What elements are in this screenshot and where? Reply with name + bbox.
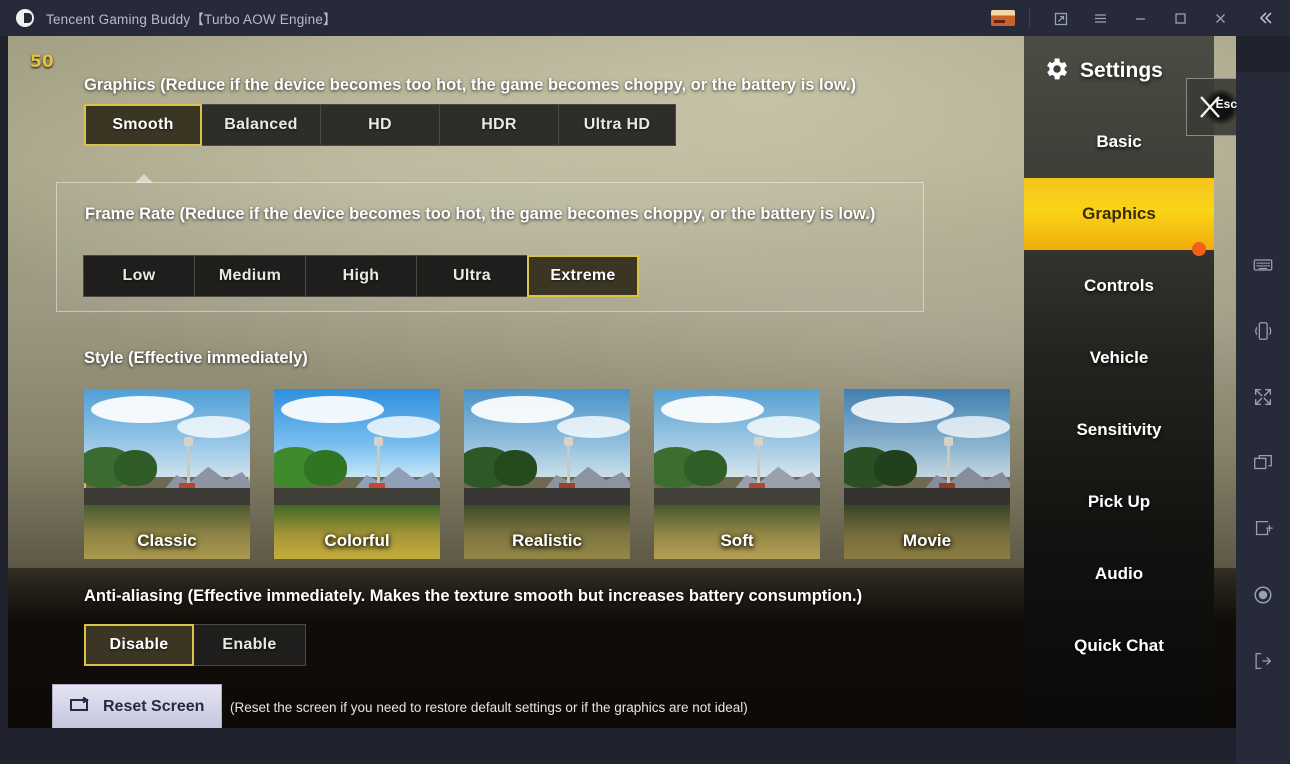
double-chevron-left-icon[interactable] [1240, 0, 1290, 36]
sidebar-item-basic[interactable]: Basic [1024, 106, 1214, 178]
sidebar-item-graphics[interactable]: Graphics [1024, 178, 1214, 256]
style-option-colorful[interactable]: Colorful [274, 389, 440, 559]
frame-rate-panel: Frame Rate (Reduce if the device becomes… [56, 182, 924, 312]
title-bar: Tencent Gaming Buddy【Turbo AOW Engine】 [0, 0, 1290, 36]
hamburger-menu-icon[interactable] [1080, 0, 1120, 36]
gear-icon [1042, 55, 1070, 88]
sidebar-item-label: Sensitivity [1076, 420, 1162, 439]
graphics-heading: Graphics (Reduce if the device becomes t… [84, 76, 857, 94]
record-icon[interactable] [1236, 562, 1290, 628]
graphics-option-smooth[interactable]: Smooth [84, 104, 202, 146]
app-body: 50 Graphics (Reduce if the device become… [0, 36, 1290, 764]
style-heading: Style (Effective immediately) [84, 349, 308, 367]
exit-icon[interactable] [1236, 628, 1290, 694]
sidebar-item-audio[interactable]: Audio [1024, 538, 1214, 610]
sidebar-item-vehicle[interactable]: Vehicle [1024, 322, 1214, 394]
anti-aliasing-options: Disable Enable [84, 624, 306, 666]
frame-rate-option-ultra[interactable]: Ultra [416, 255, 528, 297]
reset-screen-icon [69, 696, 93, 719]
sidebar-item-label: Audio [1094, 564, 1144, 583]
style-option-classic[interactable]: Classic [84, 389, 250, 559]
sidebar-item-controls[interactable]: Controls [1024, 250, 1214, 322]
sidebar-item-label: Vehicle [1089, 348, 1149, 367]
anti-aliasing-heading: Anti-aliasing (Effective immediately. Ma… [84, 587, 863, 605]
sidebar-item-label: Controls [1084, 276, 1154, 295]
graphics-option-hdr[interactable]: HDR [439, 104, 559, 146]
style-options: Classic Colorful Realistic Soft Movie [84, 389, 1010, 559]
sidebar-item-pick-up[interactable]: Pick Up [1024, 466, 1214, 538]
frame-rate-option-high[interactable]: High [305, 255, 417, 297]
reset-screen-note: (Reset the screen if you need to restore… [230, 700, 748, 715]
shake-phone-icon[interactable] [1236, 298, 1290, 364]
reset-screen-button[interactable]: Reset Screen [52, 684, 222, 728]
fullscreen-icon[interactable] [1236, 364, 1290, 430]
screenshot-icon[interactable] [1236, 496, 1290, 562]
esc-label: Esc [1215, 97, 1237, 111]
tencent-logo-icon [16, 9, 34, 27]
style-label: Realistic [512, 531, 582, 550]
graphics-option-ultra-hd[interactable]: Ultra HD [558, 104, 676, 146]
graphics-option-hd[interactable]: HD [320, 104, 440, 146]
anti-aliasing-option-disable[interactable]: Disable [84, 624, 194, 666]
sidebar-item-sensitivity[interactable]: Sensitivity [1024, 394, 1214, 466]
sidebar-item-quick-chat[interactable]: Quick Chat [1024, 610, 1214, 682]
sidebar-item-label: Graphics [1082, 204, 1156, 223]
popout-icon[interactable] [1040, 0, 1080, 36]
anti-aliasing-option-enable[interactable]: Enable [193, 624, 306, 666]
minimize-icon[interactable] [1120, 0, 1160, 36]
payment-card-icon[interactable] [991, 10, 1015, 26]
settings-header: Settings Esc [1024, 36, 1246, 136]
keyboard-icon[interactable] [1236, 232, 1290, 298]
settings-panel: Settings Esc Basic Graphics Controls Veh… [1024, 36, 1246, 728]
reset-screen-label: Reset Screen [103, 698, 205, 715]
settings-title: Settings [1080, 59, 1163, 82]
style-option-movie[interactable]: Movie [844, 389, 1010, 559]
frame-rate-heading: Frame Rate (Reduce if the device becomes… [85, 205, 876, 223]
close-icon[interactable] [1200, 0, 1240, 36]
frame-rate-option-extreme[interactable]: Extreme [527, 255, 639, 297]
graphics-option-balanced[interactable]: Balanced [201, 104, 321, 146]
right-toolbar [1236, 72, 1290, 764]
sidebar-item-label: Basic [1096, 132, 1142, 151]
settings-content-pane: Graphics (Reduce if the device becomes t… [8, 36, 1028, 728]
multi-window-icon[interactable] [1236, 430, 1290, 496]
style-option-realistic[interactable]: Realistic [464, 389, 630, 559]
title-bar-controls [991, 0, 1290, 36]
divider [1029, 8, 1030, 28]
frame-rate-option-low[interactable]: Low [83, 255, 195, 297]
maximize-icon[interactable] [1160, 0, 1200, 36]
style-label: Soft [720, 531, 754, 550]
window-title: Tencent Gaming Buddy【Turbo AOW Engine】 [46, 12, 337, 27]
style-label: Movie [902, 531, 952, 550]
frame-rate-options: Low Medium High Ultra Extreme [83, 255, 639, 297]
style-label: Colorful [324, 531, 390, 550]
style-label: Classic [137, 531, 197, 550]
graphics-options: Smooth Balanced HD HDR Ultra HD [84, 104, 676, 146]
frame-rate-option-medium[interactable]: Medium [194, 255, 306, 297]
style-option-soft[interactable]: Soft [654, 389, 820, 559]
sidebar-item-label: Quick Chat [1074, 636, 1164, 655]
sidebar-item-label: Pick Up [1087, 492, 1151, 511]
